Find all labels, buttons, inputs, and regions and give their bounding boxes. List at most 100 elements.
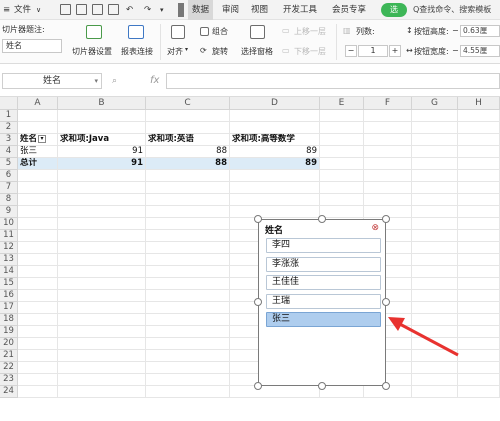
cell-h19[interactable] xyxy=(458,326,500,338)
button-height-decrement[interactable]: − xyxy=(452,26,459,35)
cell-h23[interactable] xyxy=(458,374,500,386)
cell-h16[interactable] xyxy=(458,290,500,302)
pivot-value-header[interactable]: 求和项:英语 xyxy=(146,134,230,146)
row-header-18[interactable]: 18 xyxy=(0,314,18,326)
bring-forward-button[interactable]: 上移一层 xyxy=(294,26,326,37)
cell-h20[interactable] xyxy=(458,338,500,350)
cell-a11[interactable] xyxy=(18,230,58,242)
cell-f3[interactable] xyxy=(364,134,412,146)
chevron-down-icon[interactable]: ∨ xyxy=(36,0,41,20)
row-header-24[interactable]: 24 xyxy=(0,386,18,398)
cell-e9[interactable] xyxy=(320,206,364,218)
cell-a9[interactable] xyxy=(18,206,58,218)
tab-member[interactable]: 会员专享 xyxy=(332,0,366,20)
column-header-e[interactable]: E xyxy=(320,97,364,110)
cell-d7[interactable] xyxy=(230,182,320,194)
resize-handle[interactable] xyxy=(254,215,262,223)
clear-filter-icon[interactable]: ⊗ xyxy=(371,223,379,233)
print-preview-icon[interactable] xyxy=(108,4,119,15)
cell-a17[interactable] xyxy=(18,302,58,314)
cell-e24[interactable] xyxy=(320,386,364,398)
resize-handle[interactable] xyxy=(382,298,390,306)
tab-review[interactable]: 审阅 xyxy=(222,0,239,20)
cell-g2[interactable] xyxy=(412,122,458,134)
row-header-4[interactable]: 4 xyxy=(0,146,18,158)
row-header-3[interactable]: 3 xyxy=(0,134,18,146)
cell-c9[interactable] xyxy=(146,206,230,218)
selection-pane-icon[interactable] xyxy=(250,25,265,39)
cell-c19[interactable] xyxy=(146,326,230,338)
report-connections-button[interactable]: 报表连接 xyxy=(121,46,153,57)
columns-decrement[interactable]: − xyxy=(345,45,357,57)
cell-e1[interactable] xyxy=(320,110,364,122)
filter-icon[interactable]: ▾ xyxy=(38,134,47,143)
cell-b7[interactable] xyxy=(58,182,146,194)
cell-g19[interactable] xyxy=(412,326,458,338)
cell-g1[interactable] xyxy=(412,110,458,122)
row-header-19[interactable]: 19 xyxy=(0,326,18,338)
cell-a20[interactable] xyxy=(18,338,58,350)
cell-a1[interactable] xyxy=(18,110,58,122)
cell-g5[interactable] xyxy=(412,158,458,170)
cell-h5[interactable] xyxy=(458,158,500,170)
column-header-g[interactable]: G xyxy=(412,97,458,110)
undo-icon[interactable]: ↶ xyxy=(126,0,133,20)
slicer-item[interactable]: 王瑞 xyxy=(266,293,381,309)
row-header-1[interactable]: 1 xyxy=(0,110,18,122)
cell-h7[interactable] xyxy=(458,182,500,194)
cell-g7[interactable] xyxy=(412,182,458,194)
pivot-total-cell[interactable]: 88 xyxy=(146,158,230,170)
button-width-input[interactable]: 4.55厘 xyxy=(460,45,500,57)
cell-b8[interactable] xyxy=(58,194,146,206)
formula-input[interactable] xyxy=(166,73,500,89)
cell-h24[interactable] xyxy=(458,386,500,398)
row-header-12[interactable]: 12 xyxy=(0,242,18,254)
cell-g15[interactable] xyxy=(412,278,458,290)
tab-developer[interactable]: 开发工具 xyxy=(283,0,317,20)
slicer-settings-icon[interactable] xyxy=(86,25,102,39)
pivot-value-header[interactable]: 求和项:Java xyxy=(58,134,146,146)
row-header-21[interactable]: 21 xyxy=(0,350,18,362)
resize-handle[interactable] xyxy=(318,215,326,223)
cell-c8[interactable] xyxy=(146,194,230,206)
cell-c13[interactable] xyxy=(146,254,230,266)
cell-f4[interactable] xyxy=(364,146,412,158)
cell-f7[interactable] xyxy=(364,182,412,194)
cell-g11[interactable] xyxy=(412,230,458,242)
slicer-item[interactable]: 李涨涨 xyxy=(266,256,381,272)
row-header-11[interactable]: 11 xyxy=(0,230,18,242)
cell-g22[interactable] xyxy=(412,362,458,374)
caption-input[interactable]: 姓名 xyxy=(2,39,62,53)
cell-h21[interactable] xyxy=(458,350,500,362)
cell-a21[interactable] xyxy=(18,350,58,362)
cell-a8[interactable] xyxy=(18,194,58,206)
cell-b15[interactable] xyxy=(58,278,146,290)
send-backward-button[interactable]: 下移一层 xyxy=(294,46,326,57)
cell-d4[interactable]: 89 xyxy=(230,146,320,158)
name-box[interactable]: 姓名 ▾ xyxy=(2,73,102,89)
cell-a12[interactable] xyxy=(18,242,58,254)
cell-h22[interactable] xyxy=(458,362,500,374)
cell-c16[interactable] xyxy=(146,290,230,302)
slicer-panel[interactable]: 姓名 ⊗ 李四 李涨涨 王佳佳 王瑞 张三 xyxy=(258,219,386,386)
report-connections-icon[interactable] xyxy=(128,25,144,39)
slicer-settings-button[interactable]: 切片器设置 xyxy=(72,46,112,57)
row-header-5[interactable]: 5 xyxy=(0,158,18,170)
pivot-total-cell[interactable]: 总计 xyxy=(18,158,58,170)
share-button[interactable]: 选 xyxy=(381,3,407,17)
selection-pane-button[interactable]: 选择窗格 xyxy=(241,46,273,57)
resize-handle[interactable] xyxy=(254,382,262,390)
cell-d9[interactable] xyxy=(230,206,320,218)
cell-c12[interactable] xyxy=(146,242,230,254)
cell-b2[interactable] xyxy=(58,122,146,134)
chevron-down-icon[interactable]: ▾ xyxy=(94,74,98,88)
slicer-item[interactable]: 张三 xyxy=(266,312,381,327)
cell-g4[interactable] xyxy=(412,146,458,158)
button-width-decrement[interactable]: − xyxy=(452,46,459,55)
pivot-total-cell[interactable]: 91 xyxy=(58,158,146,170)
cell-g12[interactable] xyxy=(412,242,458,254)
cell-e6[interactable] xyxy=(320,170,364,182)
magnifier-icon[interactable]: ⌕ xyxy=(112,73,117,89)
scroll-left-icon[interactable] xyxy=(178,3,184,17)
cell-c2[interactable] xyxy=(146,122,230,134)
